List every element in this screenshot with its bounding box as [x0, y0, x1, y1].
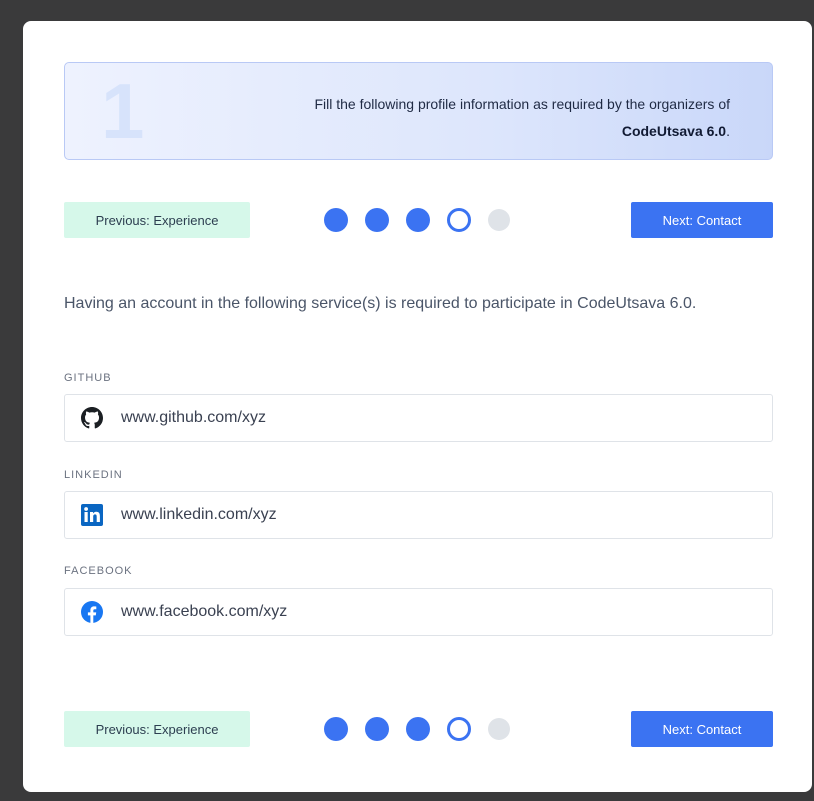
github-value: www.github.com/xyz	[121, 409, 266, 426]
linkedin-label: LINKEDIN	[64, 469, 123, 481]
event-name: CodeUtsava 6.0	[621, 123, 727, 139]
next-button-bottom[interactable]: Next: Contact	[631, 711, 773, 747]
step-dot-4[interactable]	[447, 208, 471, 232]
previous-button-bottom[interactable]: Previous: Experience	[64, 711, 250, 747]
linkedin-value: www.linkedin.com/xyz	[121, 506, 277, 523]
github-label: GITHUB	[64, 372, 112, 384]
step-dot-1[interactable]	[324, 717, 348, 741]
intro-text: Having an account in the following servi…	[64, 295, 697, 312]
linkedin-field[interactable]: www.linkedin.com/xyz	[64, 491, 773, 539]
profile-card: 1 Fill the following profile information…	[23, 21, 812, 792]
step-dot-1[interactable]	[324, 208, 348, 232]
banner-text-start: Fill the following profile information a…	[314, 96, 730, 112]
step-nav-bottom: Previous: Experience Next: Contact	[64, 711, 773, 747]
step-number: 1	[101, 67, 145, 155]
banner-text-end: .	[726, 123, 730, 139]
step-dot-2[interactable]	[365, 717, 389, 741]
previous-button[interactable]: Previous: Experience	[64, 202, 250, 238]
github-field[interactable]: www.github.com/xyz	[64, 394, 773, 442]
banner-text: Fill the following profile information a…	[270, 91, 730, 145]
next-button[interactable]: Next: Contact	[631, 202, 773, 238]
facebook-field[interactable]: www.facebook.com/xyz	[64, 588, 773, 636]
step-dot-3[interactable]	[406, 208, 430, 232]
step-dot-4[interactable]	[447, 717, 471, 741]
step-indicator	[324, 208, 510, 232]
step-nav-top: Previous: Experience Next: Contact	[64, 202, 773, 238]
step-dot-3[interactable]	[406, 717, 430, 741]
step-dot-5	[488, 209, 510, 231]
info-banner: 1 Fill the following profile information…	[64, 62, 773, 160]
step-indicator-bottom	[324, 717, 510, 741]
facebook-label: FACEBOOK	[64, 565, 133, 577]
facebook-value: www.facebook.com/xyz	[121, 603, 288, 620]
facebook-icon	[81, 601, 103, 623]
github-icon	[81, 407, 103, 429]
step-dot-5	[488, 718, 510, 740]
step-dot-2[interactable]	[365, 208, 389, 232]
linkedin-icon	[81, 504, 103, 526]
